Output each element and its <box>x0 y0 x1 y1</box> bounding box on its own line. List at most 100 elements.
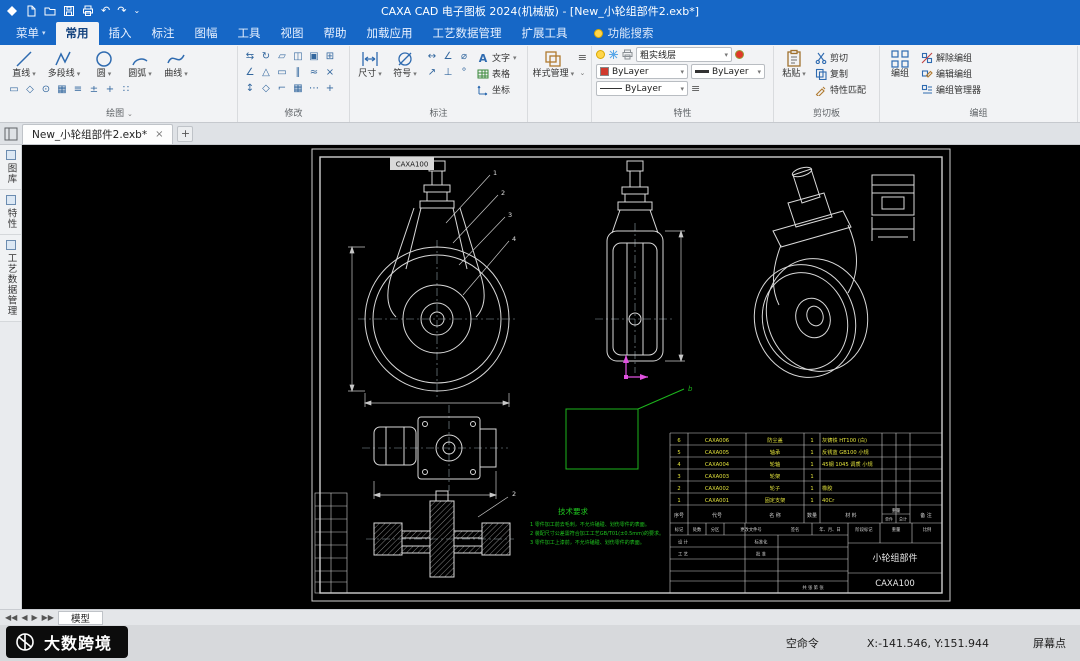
list-view-icon[interactable]: ≡ <box>578 51 587 65</box>
edit-group-button[interactable]: 编辑编组 <box>919 66 983 81</box>
tool-icon[interactable]: ° <box>456 65 472 81</box>
close-tab-icon[interactable]: × <box>155 129 163 140</box>
prev-sheet-icon[interactable]: ◀ <box>21 613 27 622</box>
tab-home[interactable]: 常用 <box>55 22 99 45</box>
modify-group-label: 修改 <box>284 109 303 119</box>
save-icon[interactable] <box>63 5 75 17</box>
tool-icon[interactable]: ⌐ <box>274 81 290 97</box>
tool-icon[interactable]: ▣ <box>306 49 322 65</box>
tool-icon[interactable]: ↔ <box>424 49 440 65</box>
tool-icon[interactable]: ↗ <box>424 65 440 81</box>
menu-button[interactable]: 菜单 ▾ <box>6 22 56 45</box>
undo-icon[interactable]: ↶ <box>101 5 110 17</box>
title-bar: ↶ ↷ ⌄ CAXA CAD 电子图板 2024(机械版) - [New_小轮组… <box>0 0 1080 22</box>
tool-icon[interactable]: ◫ <box>290 49 306 65</box>
new-file-icon[interactable] <box>25 5 37 17</box>
document-tab[interactable]: New_小轮组部件2.exb* × <box>22 124 174 144</box>
side-tab-library[interactable]: 图库 <box>0 145 21 190</box>
last-sheet-icon[interactable]: ▶▶ <box>42 613 54 622</box>
tool-icon[interactable]: ⇆ <box>242 49 258 65</box>
tool-icon[interactable]: ⋯ <box>306 81 322 97</box>
lineweight-select[interactable]: ByLayer ▾ <box>691 64 765 79</box>
layer-freeze-icon[interactable] <box>608 49 619 60</box>
tab-annotate[interactable]: 标注 <box>142 22 185 45</box>
tab-tools[interactable]: 工具 <box>228 22 271 45</box>
tool-icon[interactable]: ⌀ <box>456 49 472 65</box>
tab-view[interactable]: 视图 <box>271 22 314 45</box>
tab-process-data[interactable]: 工艺数据管理 <box>423 22 512 45</box>
symbol-button[interactable]: 符号 ▾ <box>389 47 421 80</box>
tool-icon[interactable]: ≡ <box>70 82 86 98</box>
tool-icon[interactable]: ∥ <box>290 65 306 81</box>
svg-text:处数: 处数 <box>693 526 702 533</box>
circle-tool-button[interactable]: 圆 ▾ <box>86 47 122 80</box>
polyline-tool-button[interactable]: 多段线 ▾ <box>42 47 86 80</box>
drawing-canvas[interactable]: CAXA100 1 2 3 4 2 b 技术要求 1 零件加工前去毛刺，不允许磕… <box>22 145 1080 609</box>
copy-button[interactable]: 复制 <box>813 66 868 81</box>
tab-insert[interactable]: 插入 <box>99 22 142 45</box>
new-tab-button[interactable]: + <box>177 126 194 142</box>
coordinate-icon <box>477 85 488 95</box>
linetype-select[interactable]: ByLayer ▾ <box>596 81 688 96</box>
tool-icon[interactable]: ∠ <box>440 49 456 65</box>
coordinate-tool-button[interactable]: 坐标 <box>475 82 519 97</box>
model-tab[interactable]: 模型 <box>57 610 103 625</box>
arc-tool-button[interactable]: 圆弧 ▾ <box>122 47 158 80</box>
first-sheet-icon[interactable]: ◀◀ <box>5 613 17 622</box>
layer-select[interactable]: 粗实线层 ▾ <box>636 47 732 62</box>
current-color-icon[interactable] <box>735 50 744 59</box>
color-select[interactable]: ByLayer ▾ <box>596 64 688 79</box>
tool-icon[interactable]: ⊞ <box>322 49 338 65</box>
properties-more-icon[interactable]: ≡ <box>691 82 700 96</box>
tool-icon[interactable]: ∷ <box>118 82 134 98</box>
svg-text:A: A <box>479 52 488 64</box>
next-sheet-icon[interactable]: ▶ <box>31 613 37 622</box>
tool-icon[interactable]: ± <box>86 82 102 98</box>
side-tab-properties[interactable]: 特性 <box>0 190 21 235</box>
tool-icon[interactable]: ⊙ <box>38 82 54 98</box>
group-manager-button[interactable]: 编组管理器 <box>919 82 983 97</box>
print-icon[interactable] <box>82 5 94 17</box>
tool-icon[interactable]: ▭ <box>274 65 290 81</box>
line-tool-button[interactable]: 直线 ▾ <box>6 47 42 80</box>
tool-icon[interactable]: ◇ <box>22 82 38 98</box>
panel-toggle-icon[interactable] <box>4 127 18 141</box>
tool-icon[interactable]: ⊥ <box>440 65 456 81</box>
tab-help[interactable]: 帮助 <box>314 22 357 45</box>
tool-icon[interactable]: ▱ <box>274 49 290 65</box>
function-search[interactable]: 功能搜索 <box>593 25 654 45</box>
tool-icon[interactable]: × <box>322 65 338 81</box>
table-tool-button[interactable]: 表格 <box>475 66 519 81</box>
tool-icon[interactable]: ∠ <box>242 65 258 81</box>
snap-mode[interactable]: 屏幕点 <box>1033 635 1066 651</box>
layer-print-icon[interactable] <box>622 49 633 60</box>
tab-sheet[interactable]: 图幅 <box>185 22 228 45</box>
tool-icon[interactable]: ↕ <box>242 81 258 97</box>
tab-extended-tools[interactable]: 扩展工具 <box>512 22 578 45</box>
style-expand-icon[interactable]: ⌄ <box>578 69 587 77</box>
quick-access-customize-icon[interactable]: ⌄ <box>133 5 140 17</box>
match-properties-button[interactable]: 特性匹配 <box>813 82 868 97</box>
dimension-button[interactable]: 尺寸 ▾ <box>354 47 386 80</box>
group-button[interactable]: 编组 <box>884 47 916 80</box>
text-tool-button[interactable]: A 文字 ▾ <box>475 50 519 65</box>
tool-icon[interactable]: + <box>102 82 118 98</box>
open-file-icon[interactable] <box>44 5 56 17</box>
tool-icon[interactable]: ▭ <box>6 82 22 98</box>
cut-button[interactable]: 剪切 <box>813 50 868 65</box>
redo-icon[interactable]: ↷ <box>117 5 126 17</box>
tool-icon[interactable]: △ <box>258 65 274 81</box>
tool-icon[interactable]: ▦ <box>54 82 70 98</box>
tool-icon[interactable]: ◇ <box>258 81 274 97</box>
spline-tool-button[interactable]: 曲线 ▾ <box>158 47 194 80</box>
tool-icon[interactable]: + <box>322 81 338 97</box>
ungroup-button[interactable]: 解除编组 <box>919 50 983 65</box>
tool-icon[interactable]: ▦ <box>290 81 306 97</box>
paste-button[interactable]: 粘贴 ▾ <box>778 47 810 80</box>
side-tab-process-data[interactable]: 工艺数据管理 <box>0 235 21 322</box>
layer-on-icon[interactable] <box>596 50 605 59</box>
tab-load-app[interactable]: 加载应用 <box>357 22 423 45</box>
style-manager-button[interactable]: 样式管理 ▾ <box>532 47 575 80</box>
tool-icon[interactable]: ≈ <box>306 65 322 81</box>
tool-icon[interactable]: ↻ <box>258 49 274 65</box>
